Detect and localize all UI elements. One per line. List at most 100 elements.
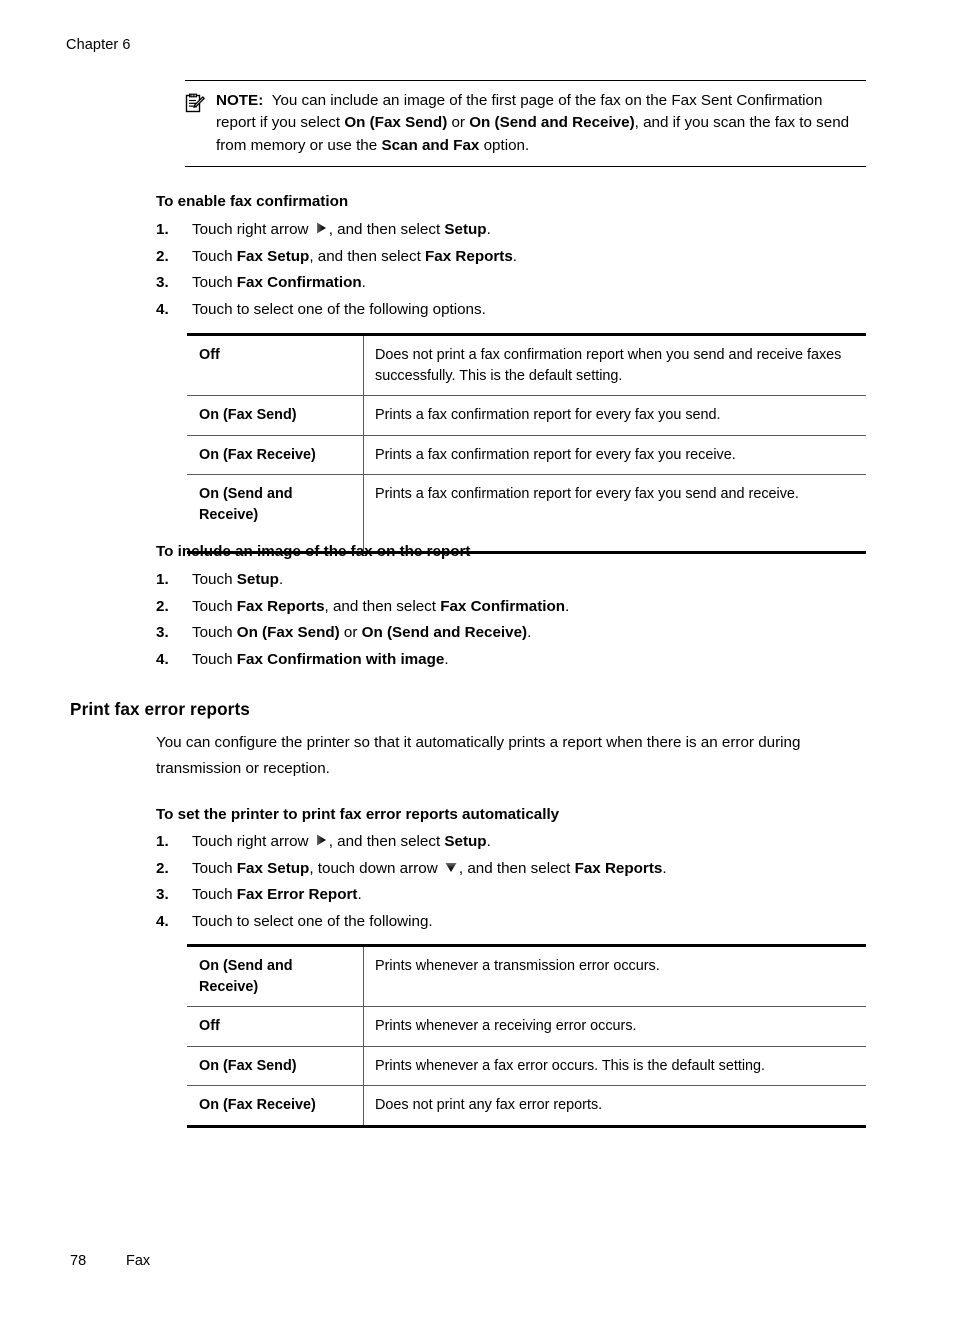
step-number: 2. bbox=[156, 597, 169, 615]
ui-term: Setup bbox=[444, 221, 487, 238]
step-text: Touch Fax Setup, and then select Fax Rep… bbox=[192, 247, 518, 265]
table-fax-error-options: On (Send and Receive) Prints whenever a t… bbox=[187, 944, 866, 1128]
option-description-cell: Prints whenever a transmission error occ… bbox=[363, 945, 866, 1007]
down-arrow-icon bbox=[444, 861, 458, 874]
step-number: 3. bbox=[156, 886, 169, 904]
table-row: On (Fax Send) Prints a fax confirmation r… bbox=[187, 395, 866, 436]
step-text: Touch Fax Setup, touch down arrow , and … bbox=[192, 859, 667, 877]
procedure-step: 2. Touch Fax Setup, touch down arrow , an… bbox=[156, 856, 868, 883]
procedure-step: 4. Touch Fax Confirmation with image. bbox=[156, 647, 868, 674]
table-row: On (Send and Receive) Prints whenever a t… bbox=[187, 945, 866, 1007]
procedure-step: 1. Touch right arrow , and then select Se… bbox=[156, 829, 868, 856]
option-name-cell: On (Fax Receive) bbox=[187, 435, 364, 475]
option-description-cell: Prints whenever a fax error occurs. This… bbox=[363, 1046, 866, 1086]
procedure-title-error-reports-automatically: To set the printer to print fax error re… bbox=[156, 806, 560, 823]
step-number: 1. bbox=[156, 833, 169, 850]
step-text: Touch to select one of the following. bbox=[192, 912, 433, 930]
option-name-cell: Off bbox=[187, 334, 364, 396]
ui-term: Fax Error Report bbox=[236, 886, 358, 904]
chapter-header: Chapter 6 bbox=[66, 37, 131, 53]
ui-term: Fax Confirmation bbox=[236, 274, 362, 292]
ui-term: Fax Reports bbox=[574, 859, 663, 877]
note-clipboard-pencil-icon bbox=[185, 93, 205, 113]
table-row: On (Fax Send) Prints whenever a fax error… bbox=[187, 1046, 866, 1086]
footer-section-label: Fax bbox=[126, 1253, 151, 1269]
table-fax-confirmation-options: Off Does not print a fax confirmation rep… bbox=[187, 333, 866, 554]
ui-term: Fax Confirmation with image bbox=[236, 650, 445, 668]
step-number: 4. bbox=[156, 650, 169, 668]
ui-term: On (Fax Send) bbox=[236, 624, 340, 642]
ui-term: On (Send and Receive) bbox=[469, 114, 635, 132]
ui-term: Scan and Fax bbox=[381, 136, 480, 154]
page-footer: 78 Fax bbox=[70, 1252, 150, 1270]
option-description-cell: Prints whenever a receiving error occurs… bbox=[363, 1006, 866, 1047]
ui-term: On (Send and Receive) bbox=[361, 624, 528, 642]
table-row: Off Prints whenever a receiving error occ… bbox=[187, 1006, 866, 1047]
ui-term: Fax Confirmation bbox=[440, 597, 566, 615]
step-text: Touch Fax Reports, and then select Fax C… bbox=[192, 597, 570, 615]
step-number: 4. bbox=[156, 300, 169, 318]
step-text: Touch Setup. bbox=[192, 571, 284, 588]
procedure-step: 4. Touch to select one of the following o… bbox=[156, 297, 868, 324]
procedure-step: 4. Touch to select one of the following. bbox=[156, 909, 868, 936]
right-arrow-icon bbox=[315, 221, 328, 235]
procedure-step: 2. Touch Fax Reports, and then select Fax… bbox=[156, 594, 868, 621]
table-row: On (Send and Receive) Prints a fax confir… bbox=[187, 474, 866, 553]
footer-page-number: 78 bbox=[70, 1253, 87, 1269]
note-body: You can include an image of the first pa… bbox=[216, 92, 850, 154]
document-page: Chapter 6 NOTE: You can include an image… bbox=[0, 0, 954, 1321]
step-text: Touch Fax Confirmation with image. bbox=[192, 650, 449, 668]
step-text: Touch right arrow , and then select Setu… bbox=[192, 833, 491, 850]
table-row: On (Fax Receive) Does not print any fax e… bbox=[187, 1085, 866, 1126]
ui-term: Fax Reports bbox=[425, 247, 513, 265]
note-text: NOTE: You can include an image of the fi… bbox=[216, 90, 866, 157]
procedure-step: 3. Touch On (Fax Send) or On (Send and Re… bbox=[156, 620, 868, 647]
ui-term: Setup bbox=[444, 833, 487, 850]
ui-term: Fax Setup bbox=[236, 247, 310, 265]
step-number: 2. bbox=[156, 859, 169, 877]
procedure-title-include-image: To include an image of the fax on the re… bbox=[156, 543, 471, 560]
option-description-cell: Does not print a fax confirmation report… bbox=[363, 334, 866, 396]
section-heading-print-fax-error-reports: Print fax error reports bbox=[70, 699, 250, 719]
procedure-title-enable-fax-confirmation: To enable fax confirmation bbox=[156, 193, 349, 210]
step-number: 2. bbox=[156, 247, 169, 265]
steps-error-reports-automatically: 1. Touch right arrow , and then select Se… bbox=[156, 829, 868, 935]
option-description-cell: Does not print any fax error reports. bbox=[375, 1097, 603, 1113]
step-number: 1. bbox=[156, 571, 169, 588]
section-paragraph-print-fax-error-reports: You can configure the printer so that it… bbox=[156, 734, 801, 777]
option-description-cell: Prints a fax confirmation report for eve… bbox=[363, 435, 866, 475]
step-text: Touch to select one of the following opt… bbox=[192, 300, 486, 318]
table-row: Off Does not print a fax confirmation rep… bbox=[187, 334, 866, 396]
option-name-cell: On (Send and Receive) bbox=[187, 474, 364, 553]
step-number: 3. bbox=[156, 624, 169, 642]
procedure-step: 3. Touch Fax Error Report. bbox=[156, 882, 868, 909]
note-label: NOTE: bbox=[216, 92, 264, 109]
procedure-step: 2. Touch Fax Setup, and then select Fax R… bbox=[156, 244, 868, 271]
step-number: 3. bbox=[156, 274, 169, 292]
procedure-step: 3. Touch Fax Confirmation. bbox=[156, 270, 868, 297]
ui-term: Fax Reports bbox=[236, 597, 325, 615]
option-description-cell: Prints a fax confirmation report for eve… bbox=[363, 395, 866, 436]
option-name-cell: On (Send and Receive) bbox=[187, 945, 364, 1007]
steps-enable-fax-confirmation: 1. Touch right arrow , and then select Se… bbox=[156, 217, 868, 323]
procedure-step: 1. Touch right arrow , and then select Se… bbox=[156, 217, 868, 244]
option-name-cell: Off bbox=[187, 1006, 364, 1047]
option-name-cell: On (Fax Send) bbox=[187, 1046, 364, 1086]
ui-term: On (Fax Send) bbox=[344, 114, 448, 132]
steps-include-image: 1. Touch Setup. 2. Touch Fax Reports, and t… bbox=[156, 567, 868, 673]
step-text: Touch On (Fax Send) or On (Send and Rece… bbox=[192, 624, 532, 642]
ui-term: Setup bbox=[236, 571, 279, 588]
option-name-cell: On (Fax Receive) bbox=[187, 1085, 364, 1126]
note-callout: NOTE: You can include an image of the fi… bbox=[185, 80, 866, 167]
option-name-cell: On (Fax Send) bbox=[187, 395, 364, 436]
table-row: On (Fax Receive) Prints a fax confirmatio… bbox=[187, 435, 866, 475]
step-text: Touch right arrow , and then select Setu… bbox=[192, 221, 491, 238]
step-text: Touch Fax Error Report. bbox=[192, 886, 362, 904]
step-number: 1. bbox=[156, 221, 169, 238]
option-description-cell: Prints a fax confirmation report for eve… bbox=[375, 486, 799, 502]
right-arrow-icon bbox=[315, 833, 328, 847]
step-text: Touch Fax Confirmation. bbox=[192, 274, 366, 292]
step-number: 4. bbox=[156, 912, 169, 930]
ui-term: Fax Setup bbox=[236, 859, 310, 877]
procedure-step: 1. Touch Setup. bbox=[156, 567, 868, 594]
